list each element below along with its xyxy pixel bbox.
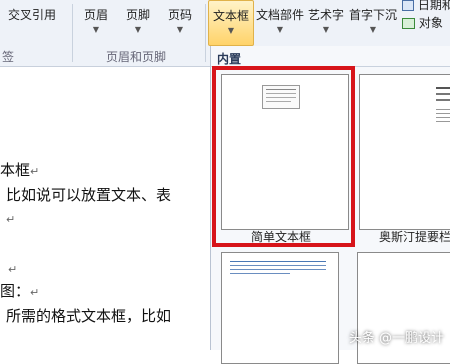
textbox-label: 文本框 [212, 9, 249, 23]
object-icon [402, 18, 415, 29]
doc-line-text: 图： [0, 282, 31, 300]
footer-label: 页脚 [125, 8, 150, 22]
doc-line-text: 本框 [0, 161, 31, 179]
textbox-gallery: 内置 简单文本框 奥斯汀提要栏 [210, 46, 450, 364]
wordart-label: 艺术字 [307, 8, 344, 22]
austin-sidebar-label: 奥斯汀提要栏 [379, 230, 450, 244]
chevron-down-icon: ▼ [322, 25, 330, 34]
watermark: 头条 @一鹏设计 [348, 331, 444, 346]
doc-line-text: 比如说可以放置文本、表 [6, 186, 172, 204]
footer-button[interactable]: 页脚 ▼ [120, 0, 156, 44]
austin-sidebar-tile[interactable] [359, 74, 450, 230]
date-time-label: 日期和 [417, 0, 450, 12]
doc-line: 图：↵ [0, 280, 39, 301]
chevron-down-icon: ▼ [369, 25, 377, 34]
chevron-down-icon: ▼ [92, 25, 100, 34]
cross-reference-label: 交叉引用 [7, 8, 56, 22]
wordart-button[interactable]: 艺术字 ▼ [306, 0, 346, 44]
doc-line: 本框↵ [0, 159, 39, 180]
object-button[interactable]: 对象 [402, 14, 443, 31]
chevron-down-icon: ▼ [134, 25, 142, 34]
header-label: 页眉 [83, 8, 108, 22]
ribbon-separator [205, 4, 206, 62]
paragraph-mark-icon: ↵ [8, 263, 18, 276]
object-label: 对象 [418, 16, 443, 30]
header-footer-group-label: 页眉和页脚 [106, 50, 167, 64]
doc-line: ↵ [6, 209, 15, 227]
document-area[interactable]: 本框↵ 比如说可以放置文本、表 ↵ ↵ 图：↵ 所需的格式文本框，比如 [0, 67, 210, 350]
gallery-section-label: 内置 [217, 52, 242, 66]
textbox-tile[interactable] [357, 252, 450, 364]
chevron-down-icon: ▼ [276, 25, 284, 34]
selection-highlight [212, 66, 355, 247]
header-button[interactable]: 页眉 ▼ [78, 0, 114, 44]
page-number-label: 页码 [167, 8, 192, 22]
ribbon-group-label-partial: 签 [2, 50, 15, 64]
document-parts-label: 文档部件 [256, 8, 305, 22]
paragraph-mark-icon: ↵ [6, 213, 16, 226]
ribbon-separator [72, 4, 73, 62]
paragraph-mark-icon: ↵ [30, 165, 40, 178]
drop-cap-label: 首字下沉 [348, 8, 397, 22]
chevron-down-icon: ▼ [176, 25, 184, 34]
textbox-button[interactable]: 文本框 ▼ [208, 0, 254, 46]
page-number-button[interactable]: 页码 ▼ [162, 0, 198, 44]
calendar-icon [402, 0, 414, 11]
document-parts-button[interactable]: 文档部件 ▼ [256, 0, 304, 44]
doc-line: 所需的格式文本框，比如 [6, 305, 171, 326]
paragraph-mark-icon: ↵ [30, 286, 40, 299]
doc-line-text: 所需的格式文本框，比如 [6, 307, 172, 325]
doc-line: ↵ [8, 259, 17, 277]
sidebar-preview [434, 83, 450, 221]
chevron-down-icon: ▼ [227, 26, 235, 35]
date-time-button[interactable]: 日期和 [402, 0, 450, 13]
drop-cap-button[interactable]: 首字下沉 ▼ [348, 0, 398, 44]
cross-reference-button[interactable]: 交叉引用 [0, 0, 64, 44]
textbox-tile[interactable] [221, 252, 339, 364]
doc-line: 比如说可以放置文本、表 [6, 184, 171, 205]
